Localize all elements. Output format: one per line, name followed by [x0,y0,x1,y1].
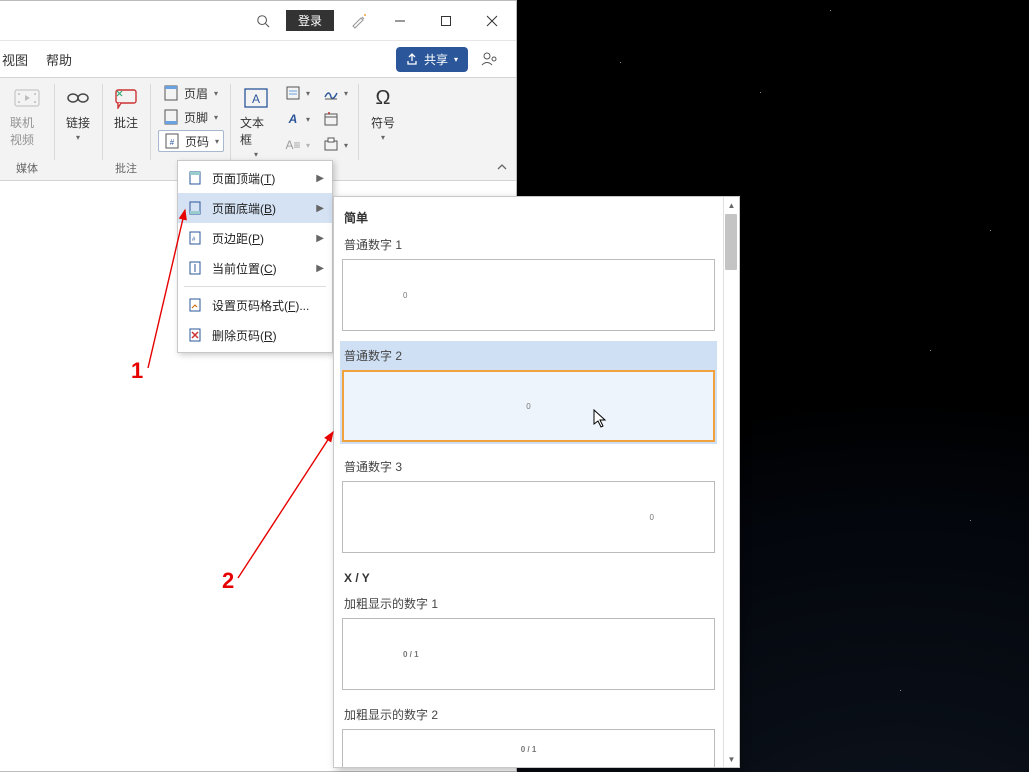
preview-bold2: 0 / 1 [342,729,715,767]
scroll-up-icon[interactable]: ▲ [724,197,739,213]
gallery-scrollbar[interactable]: ▲ ▼ [723,197,739,767]
annotation-label-2: 2 [222,568,234,594]
scroll-thumb[interactable] [725,214,737,270]
scroll-down-icon[interactable]: ▼ [724,751,739,767]
annotation-arrow-2 [0,0,520,700]
gallery-item-bold2[interactable]: 加粗显示的数字 2 0 / 1 [342,702,715,767]
